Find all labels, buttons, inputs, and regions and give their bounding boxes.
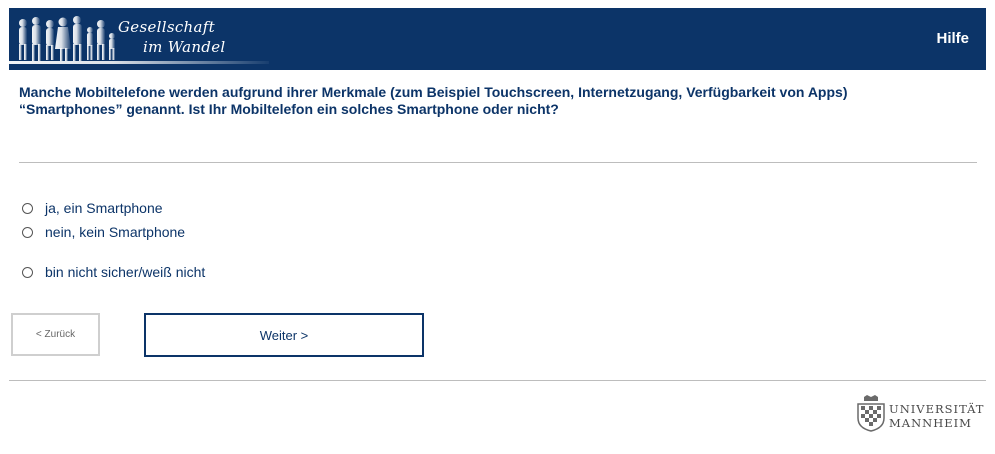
option-label: nein, kein Smartphone xyxy=(45,224,186,240)
radio-button[interactable] xyxy=(22,226,33,238)
radio-button[interactable] xyxy=(22,266,33,278)
logo-title-line1: Gesellschaft xyxy=(118,18,215,36)
university-name-line1: UNIVERSITÄT xyxy=(889,402,985,416)
header-banner: Gesellschaft im Wandel Hilfe xyxy=(9,8,986,70)
logo-title-line2: im Wandel xyxy=(143,38,226,56)
question-line2: “Smartphones” genannt. Ist Ihr Mobiltele… xyxy=(19,101,559,117)
university-mannheim-logo: UNIVERSITÄT MANNHEIM xyxy=(856,394,991,434)
option-label: bin nicht sicher/weiß nicht xyxy=(45,264,206,280)
back-button[interactable]: < Zurück xyxy=(11,313,100,356)
option-nicht-sicher[interactable]: bin nicht sicher/weiß nicht xyxy=(22,263,205,281)
option-ja-smartphone[interactable]: ja, ein Smartphone xyxy=(22,199,163,217)
university-name-line2: MANNHEIM xyxy=(889,416,972,430)
radio-button[interactable] xyxy=(22,202,33,214)
question-line1: Manche Mobiltelefone werden aufgrund ihr… xyxy=(19,84,848,100)
next-button[interactable]: Weiter > xyxy=(144,313,424,357)
divider xyxy=(19,162,977,163)
question-text: Manche Mobiltelefone werden aufgrund ihr… xyxy=(19,84,969,118)
footer-divider xyxy=(9,380,986,381)
help-link[interactable]: Hilfe xyxy=(936,30,969,47)
option-nein-kein-smartphone[interactable]: nein, kein Smartphone xyxy=(22,223,185,241)
gesellschaft-im-wandel-logo: Gesellschaft im Wandel xyxy=(9,8,269,70)
university-seal-icon xyxy=(857,395,885,432)
option-label: ja, ein Smartphone xyxy=(45,200,163,216)
